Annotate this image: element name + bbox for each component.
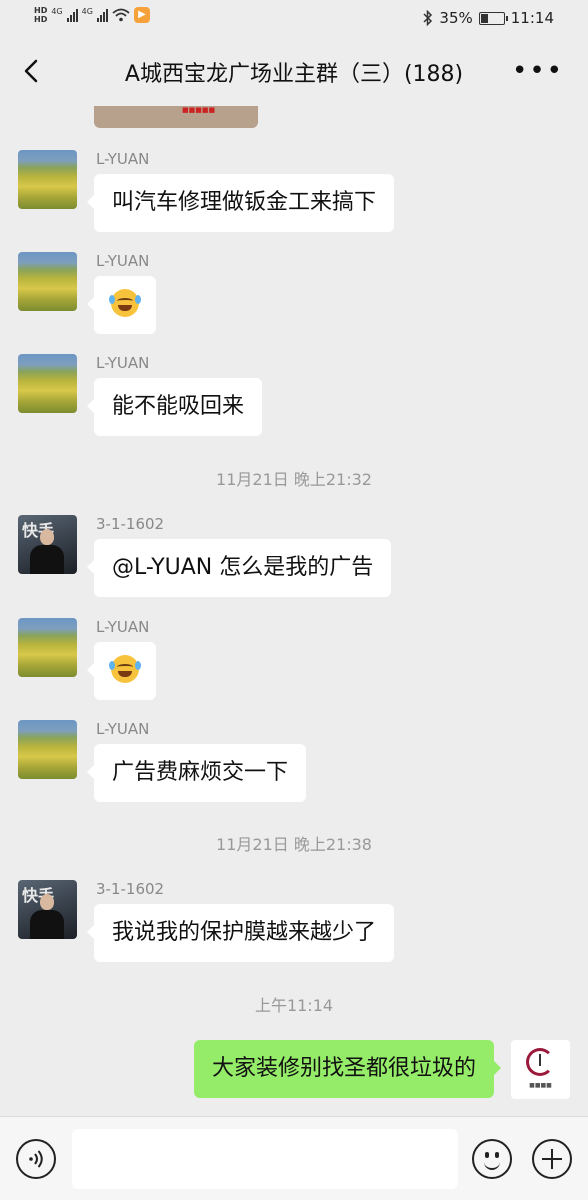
input-bar bbox=[0, 1116, 588, 1200]
notification-app-icon: ▶ bbox=[133, 7, 150, 23]
status-left: HD HD 4G 4G ▶ bbox=[34, 6, 150, 24]
crying-laughing-emoji-icon bbox=[109, 655, 141, 683]
voice-input-icon[interactable] bbox=[16, 1139, 56, 1179]
sender-name: 3-1-1602 bbox=[96, 880, 165, 898]
status-bar: HD HD 4G 4G ▶ 35% 11:14 bbox=[0, 0, 588, 38]
chat-header: A城西宝龙广场业主群（三）(188) ••• bbox=[0, 38, 588, 106]
sender-name: L-YUAN bbox=[96, 354, 150, 372]
avatar[interactable]: 快手 bbox=[18, 515, 77, 574]
battery-percent: 35% bbox=[439, 9, 473, 27]
sender-name: 3-1-1602 bbox=[96, 515, 165, 533]
message-bubble[interactable]: 能不能吸回来 bbox=[86, 378, 263, 436]
message-timestamp: 11月21日 晚上21:32 bbox=[216, 470, 372, 489]
avatar[interactable] bbox=[18, 618, 77, 677]
self-avatar[interactable]: ■■■■ bbox=[511, 1040, 570, 1099]
message-bubble[interactable]: 我说我的保护膜越来越少了 bbox=[86, 904, 395, 962]
network-type-1: 4G bbox=[51, 6, 63, 16]
hd-indicator-1: HD bbox=[34, 6, 48, 15]
message-input[interactable] bbox=[72, 1129, 458, 1189]
hd-indicators: HD HD bbox=[34, 6, 47, 24]
crying-laughing-emoji-icon bbox=[109, 289, 141, 317]
message-bubble[interactable]: 叫汽车修理做钣金工来搞下 bbox=[86, 174, 395, 232]
battery-icon bbox=[478, 11, 508, 25]
wifi-icon bbox=[112, 8, 130, 22]
message-bubble[interactable] bbox=[87, 276, 156, 334]
self-message-bubble[interactable]: 大家装修别找圣都很垃圾的 bbox=[193, 1040, 502, 1098]
message-bubble[interactable]: 广告费麻烦交一下 bbox=[86, 744, 307, 802]
bluetooth-icon bbox=[423, 10, 433, 26]
add-icon[interactable] bbox=[532, 1139, 572, 1179]
chat-area[interactable]: ■■■■■ L-YUAN 叫汽车修理做钣金工来搞下 L-YUAN L-YUAN … bbox=[0, 106, 588, 1116]
avatar[interactable] bbox=[18, 354, 77, 413]
status-right: 35% 11:14 bbox=[423, 9, 554, 27]
emoji-icon[interactable] bbox=[472, 1139, 512, 1179]
sender-name: L-YUAN bbox=[96, 150, 150, 168]
avatar[interactable] bbox=[18, 720, 77, 779]
avatar[interactable] bbox=[18, 150, 77, 209]
message-bubble[interactable] bbox=[87, 642, 156, 700]
chat-title: A城西宝龙广场业主群（三）(188) bbox=[124, 62, 464, 87]
more-icon[interactable]: ••• bbox=[512, 58, 564, 84]
message-timestamp: 11月21日 晚上21:38 bbox=[216, 835, 372, 854]
signal-icon bbox=[66, 8, 78, 22]
avatar[interactable] bbox=[18, 252, 77, 311]
message-bubble[interactable]: @L-YUAN 怎么是我的广告 bbox=[86, 539, 392, 597]
network-type-2: 4G bbox=[81, 6, 93, 16]
message-timestamp: 上午11:14 bbox=[254, 996, 334, 1015]
avatar[interactable]: 快手 bbox=[18, 880, 77, 939]
clock: 11:14 bbox=[510, 9, 554, 27]
signal-icon bbox=[96, 8, 108, 22]
sender-name: L-YUAN bbox=[96, 720, 150, 738]
sender-name: L-YUAN bbox=[96, 252, 150, 270]
hd-indicator-2: HD bbox=[34, 15, 48, 24]
sender-name: L-YUAN bbox=[96, 618, 150, 636]
image-message-fragment[interactable]: ■■■■■ bbox=[94, 106, 258, 128]
battery-fill bbox=[480, 13, 489, 23]
